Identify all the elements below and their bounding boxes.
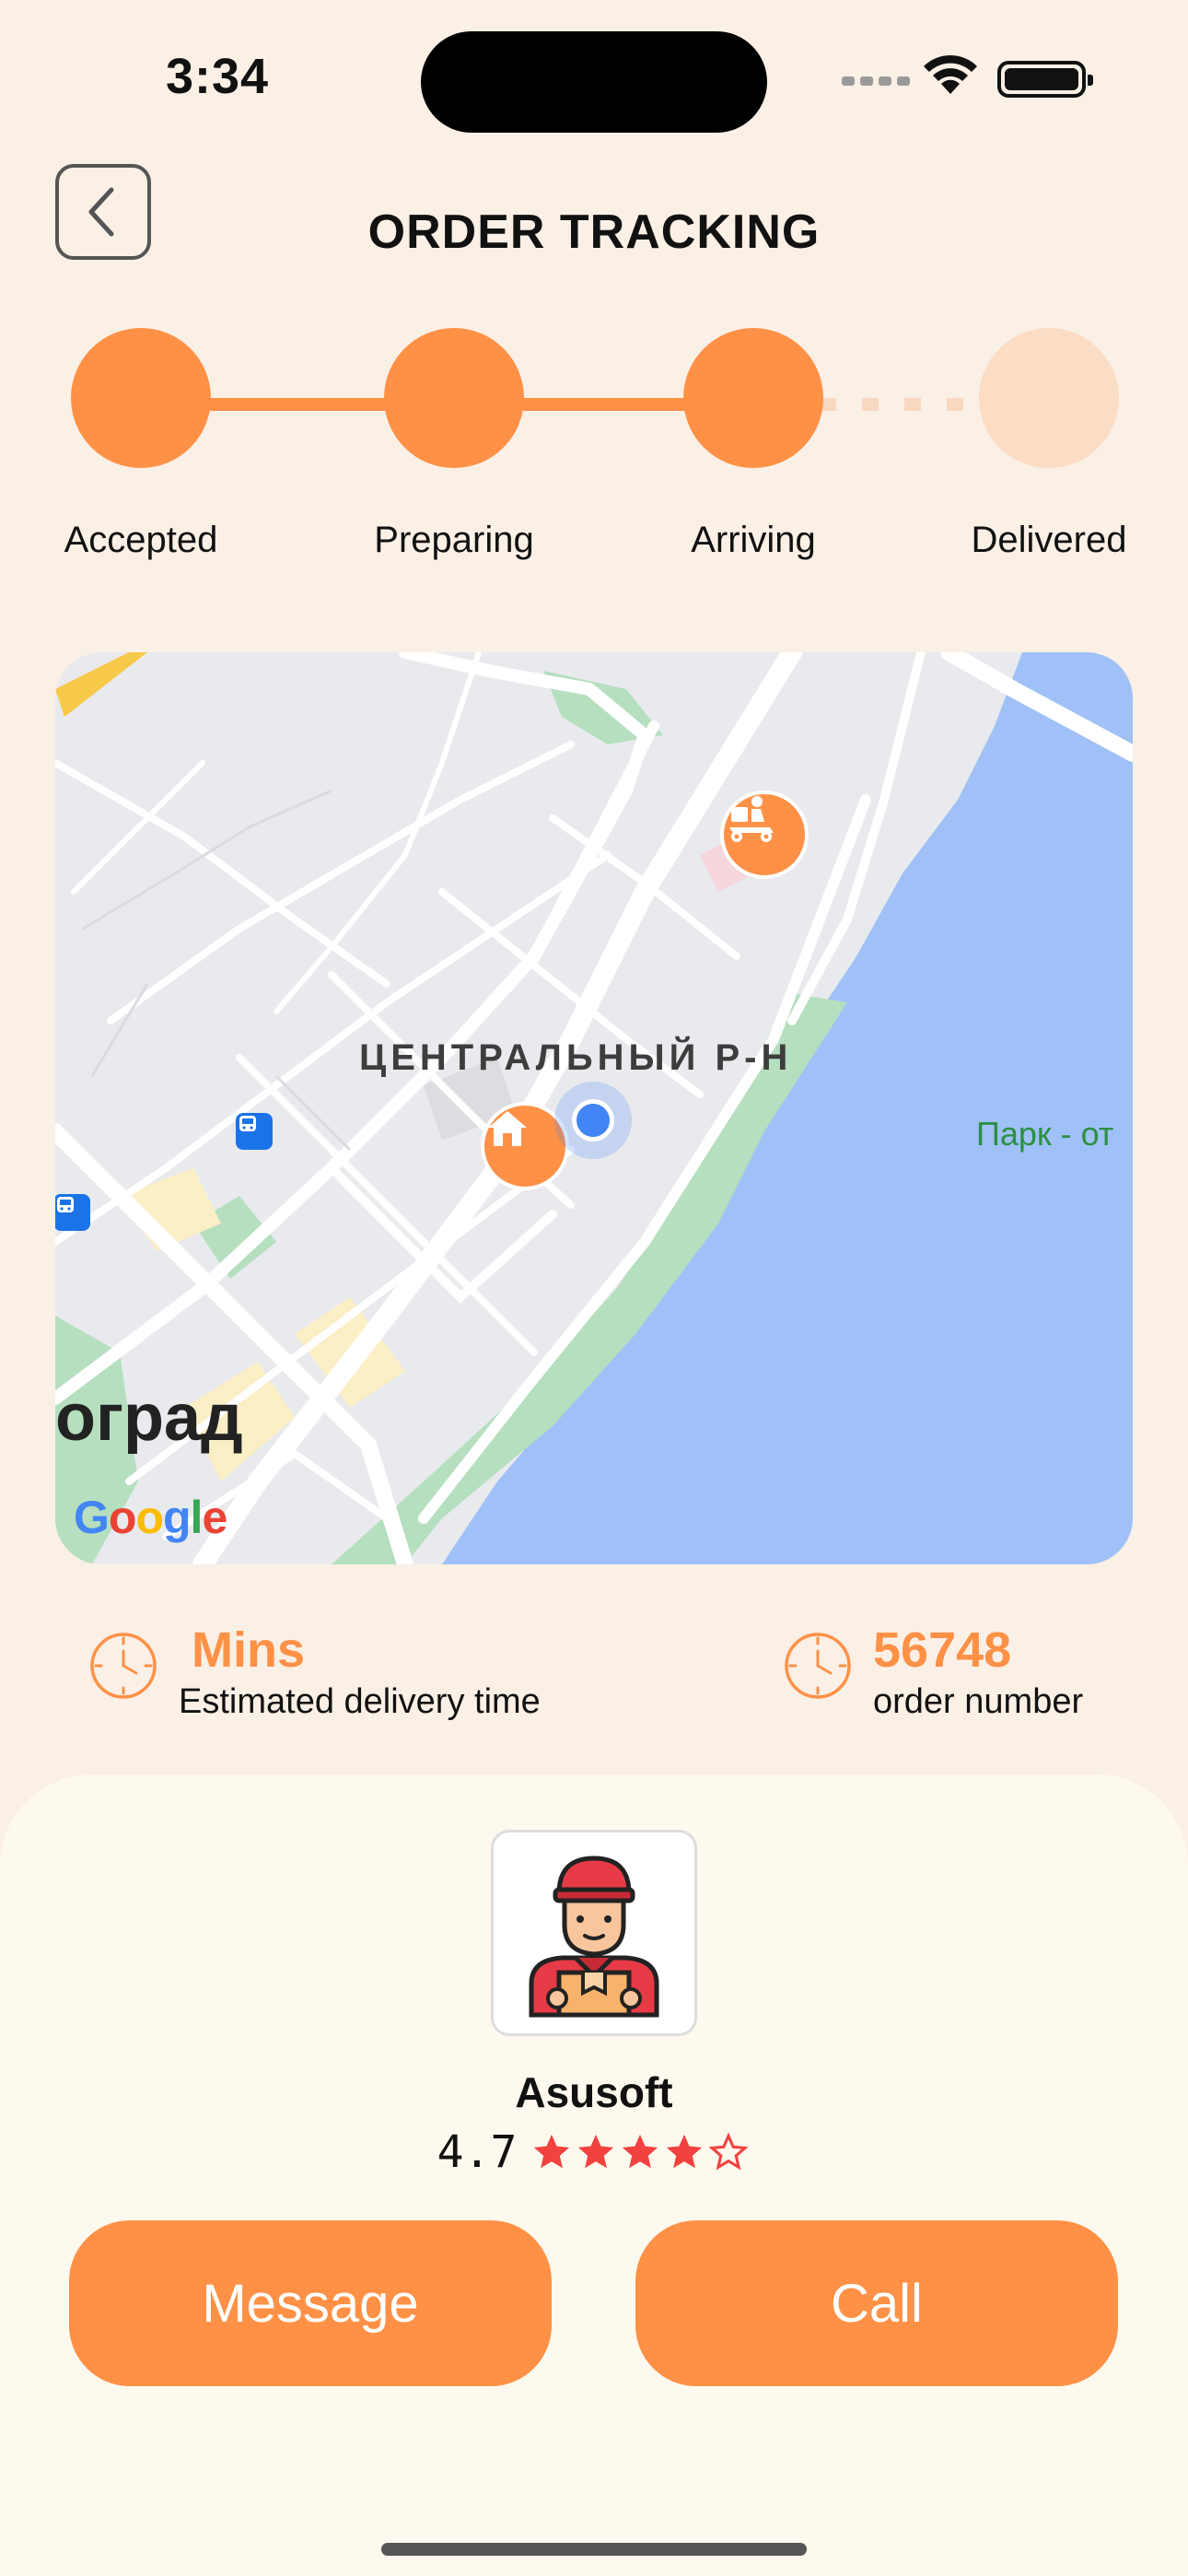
bus-icon <box>57 1197 74 1212</box>
step-connector-pending <box>820 398 985 411</box>
star-empty-icon <box>708 2132 749 2171</box>
step-arriving-indicator <box>683 328 823 468</box>
rating-value: 4.7 <box>437 2126 518 2178</box>
step-delivered-label: Delivered <box>971 520 1127 560</box>
map-label-park: Парк - от <box>976 1115 1114 1153</box>
order-number-value: 56748 <box>873 1622 1012 1678</box>
star-filled-icon <box>534 2134 570 2169</box>
star-filled-icon <box>623 2134 658 2169</box>
driver-rating: 4.7 <box>0 2126 1188 2178</box>
home-icon <box>488 1111 527 1146</box>
transit-stop-icon[interactable] <box>236 1113 273 1150</box>
driver-sheet: Asusoft 4.7 Message Call <box>0 1774 1188 2576</box>
step-connector <box>523 398 685 411</box>
step-preparing-label: Preparing <box>374 520 534 560</box>
driver-name: Asusoft <box>515 2068 673 2116</box>
delivery-map[interactable]: ЦЕНТРАЛЬНЫЙ Р-Н Парк - от оград Google <box>55 652 1133 1564</box>
eta-value: Mins <box>192 1622 306 1678</box>
cellular-signal-icon <box>842 74 915 90</box>
step-delivered-indicator <box>979 328 1119 468</box>
delivery-scooter-icon <box>729 796 774 842</box>
clock-icon <box>785 1633 851 1699</box>
google-logo: Google <box>74 1492 227 1543</box>
wifi-icon <box>924 54 977 94</box>
order-number-caption: order number <box>873 1682 1084 1721</box>
battery-icon <box>997 61 1093 98</box>
star-filled-icon <box>578 2134 614 2169</box>
dynamic-island <box>421 31 767 133</box>
home-indicator[interactable] <box>381 2543 807 2556</box>
step-preparing-indicator <box>384 328 524 468</box>
courier-location-marker[interactable] <box>720 790 809 879</box>
driver-avatar <box>491 1830 697 2036</box>
message-button[interactable]: Message <box>69 2220 552 2386</box>
page-title: ORDER TRACKING <box>367 205 821 259</box>
status-time: 3:34 <box>166 49 270 104</box>
step-connector <box>210 398 389 411</box>
step-accepted-label: Accepted <box>64 520 218 560</box>
map-label-district: ЦЕНТРАЛЬНЫЙ Р-Н <box>359 1037 793 1078</box>
order-tracking-screen: 3:34 ORDER TRACKING Accepted Preparing A… <box>0 0 1188 2576</box>
eta-caption: Estimated delivery time <box>179 1682 541 1721</box>
step-accepted-indicator <box>71 328 211 468</box>
map-label-city: оград <box>55 1381 243 1455</box>
order-progress-steps: Accepted Preparing Arriving Delivered <box>0 328 1188 604</box>
current-location-dot <box>554 1082 632 1159</box>
clock-icon <box>90 1633 157 1699</box>
bus-icon <box>239 1116 256 1131</box>
order-number-info: 56748 order number <box>781 1622 1149 1732</box>
star-filled-icon <box>667 2134 703 2169</box>
call-button[interactable]: Call <box>635 2220 1118 2386</box>
courier-avatar-icon <box>529 1856 659 2018</box>
step-arriving-label: Arriving <box>691 520 816 560</box>
transit-stop-icon[interactable] <box>55 1194 90 1231</box>
eta-info: Mins Estimated delivery time <box>87 1622 602 1732</box>
